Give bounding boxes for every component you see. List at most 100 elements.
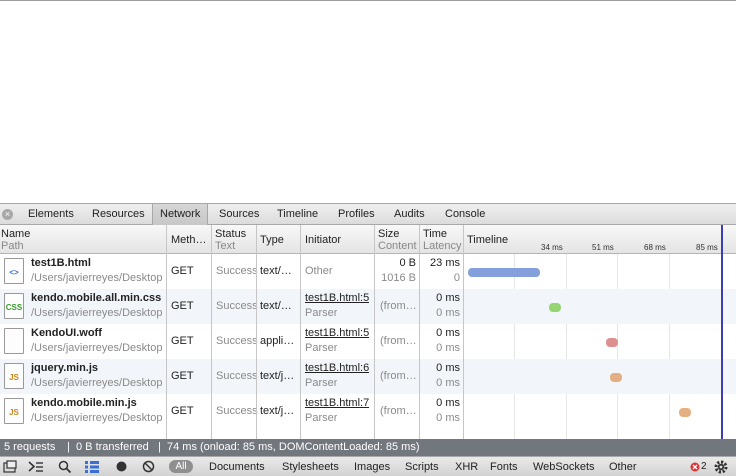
tab-console[interactable]: Console (445, 204, 485, 225)
close-devtools-icon[interactable]: × (2, 209, 13, 220)
column-method-header[interactable]: Meth… (171, 234, 209, 246)
request-type: text/… (260, 265, 292, 277)
request-initiator-link[interactable]: test1B.html:5 (305, 326, 369, 341)
file-type-label: CSS (5, 303, 23, 312)
table-row[interactable]: CSS kendo.mobile.all.min.css/Users/javier… (0, 289, 736, 324)
column-latency-label: Latency (423, 240, 462, 252)
load-timing: 74 ms (onload: 85 ms, DOMContentLoaded: … (167, 441, 420, 453)
column-size-header[interactable]: Size Content (378, 228, 418, 252)
error-icon[interactable] (690, 462, 700, 472)
column-divider[interactable] (256, 225, 257, 439)
request-path: /Users/javierreyes/Desktop (31, 412, 163, 424)
filter-other[interactable]: Other (609, 460, 637, 474)
request-initiator-type: Parser (305, 412, 338, 424)
request-initiator-link[interactable]: test1B.html:7 (305, 396, 369, 411)
timeline-tick: 34 ms (541, 243, 563, 252)
column-path-label: Path (1, 240, 24, 252)
file-type-label: JS (9, 408, 19, 417)
request-path: /Users/javierreyes/Desktop (31, 377, 163, 389)
column-size-label: Size (378, 228, 400, 240)
search-icon[interactable] (58, 460, 72, 473)
column-divider[interactable] (463, 225, 464, 439)
js-file-icon: JS (4, 398, 24, 424)
record-icon[interactable] (115, 460, 128, 473)
timeline-bar[interactable] (678, 408, 691, 417)
tab-resources[interactable]: Resources (92, 204, 145, 225)
tab-timeline[interactable]: Timeline (277, 204, 318, 225)
column-divider[interactable] (300, 225, 301, 439)
timeline-bar[interactable] (609, 373, 622, 382)
summary-separator: | (158, 441, 161, 453)
request-size: 0 B (399, 257, 416, 269)
request-type: appli… (260, 335, 295, 347)
request-name[interactable]: kendo.mobile.min.js (31, 396, 164, 411)
request-initiator-link[interactable]: test1B.html:5 (305, 291, 369, 306)
request-latency: 0 (453, 272, 460, 284)
request-time: 0 ms (436, 362, 460, 374)
timeline-tick: 68 ms (644, 243, 666, 252)
filter-all[interactable]: All (169, 460, 193, 473)
table-row[interactable]: <> test1B.html/Users/javierreyes/Desktop G… (0, 254, 736, 289)
gear-icon[interactable] (713, 459, 729, 475)
column-content-label: Content (378, 240, 417, 252)
column-name-header[interactable]: Name Path (1, 228, 161, 252)
column-type-header[interactable]: Type (260, 234, 298, 246)
column-divider[interactable] (374, 225, 375, 439)
tab-sources[interactable]: Sources (219, 204, 259, 225)
request-type: text/j… (260, 405, 295, 417)
request-name[interactable]: kendo.mobile.all.min.css (31, 291, 164, 306)
column-timeline-header[interactable]: Timeline (467, 234, 515, 246)
column-divider[interactable] (419, 225, 420, 439)
timeline-bar[interactable] (468, 268, 541, 277)
page-top-border (0, 0, 736, 1)
timeline-bar[interactable] (548, 303, 561, 312)
network-grid: <> test1B.html/Users/javierreyes/Desktop G… (0, 225, 736, 439)
request-method: GET (171, 300, 194, 312)
timeline-tick: 85 ms (696, 243, 718, 252)
file-type-label: <> (9, 268, 19, 277)
timeline-bar[interactable] (605, 338, 618, 347)
table-row[interactable]: JS kendo.mobile.min.js/Users/javierreyes/… (0, 394, 736, 429)
tab-elements[interactable]: Elements (28, 204, 74, 225)
column-initiator-header[interactable]: Initiator (305, 234, 373, 246)
clear-icon[interactable] (142, 460, 155, 473)
request-name[interactable]: test1B.html (31, 256, 164, 271)
request-latency: 0 ms (436, 307, 460, 319)
request-latency: 0 ms (436, 342, 460, 354)
request-time: 0 ms (436, 327, 460, 339)
filter-stylesheets[interactable]: Stylesheets (282, 460, 339, 474)
filter-websockets[interactable]: WebSockets (533, 460, 595, 474)
timeline-tick: 51 ms (592, 243, 614, 252)
request-status: Success (216, 405, 258, 417)
tab-network[interactable]: Network (152, 204, 209, 225)
column-time-label: Time (423, 228, 448, 240)
request-initiator-link[interactable]: test1B.html:6 (305, 361, 369, 376)
request-name[interactable]: jquery.min.js (31, 361, 164, 376)
large-rows-icon[interactable] (85, 460, 99, 473)
request-name[interactable]: KendoUI.woff (31, 326, 164, 341)
filter-fonts[interactable]: Fonts (490, 460, 518, 474)
request-method: GET (171, 405, 194, 417)
column-divider[interactable] (166, 225, 167, 439)
column-divider[interactable] (211, 225, 212, 439)
css-file-icon: CSS (4, 293, 24, 319)
column-time-header[interactable]: Time Latency (423, 228, 463, 252)
grid-header: Name Path Meth… Status Text Type Initiat… (0, 225, 736, 254)
tab-profiles[interactable]: Profiles (338, 204, 375, 225)
filter-images[interactable]: Images (354, 460, 390, 474)
generic-file-icon (4, 328, 24, 354)
table-row[interactable]: JS jquery.min.js/Users/javierreyes/Deskto… (0, 359, 736, 394)
request-type: text/j… (260, 370, 295, 382)
file-type-label: JS (9, 373, 19, 382)
filter-scripts[interactable]: Scripts (405, 460, 439, 474)
filter-xhr[interactable]: XHR (455, 460, 478, 474)
filter-documents[interactable]: Documents (209, 460, 265, 474)
error-count: 2 (701, 461, 707, 472)
console-drawer-icon[interactable] (28, 460, 44, 473)
column-status-header[interactable]: Status Text (215, 228, 255, 252)
tab-audits[interactable]: Audits (394, 204, 425, 225)
dock-icon[interactable] (3, 460, 17, 473)
table-row[interactable]: KendoUI.woff/Users/javierreyes/Desktop GE… (0, 324, 736, 359)
request-count: 5 requests (4, 441, 56, 453)
request-path: /Users/javierreyes/Desktop (31, 307, 163, 319)
